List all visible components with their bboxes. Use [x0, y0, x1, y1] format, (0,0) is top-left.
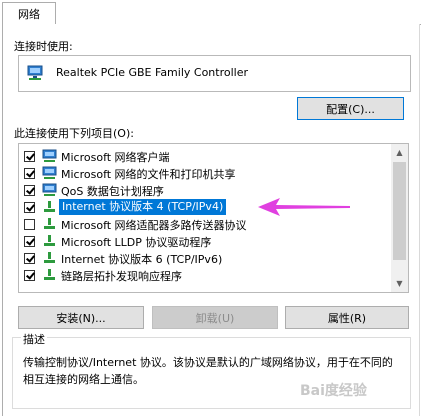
tab-network[interactable]: 网络 [2, 2, 56, 25]
item-checkbox[interactable] [24, 168, 35, 179]
item-label: 链路层拓扑发现响应程序 [61, 270, 182, 283]
network-adapter-icon [27, 65, 43, 80]
item-label: Microsoft 网络客户端 [61, 151, 170, 164]
item-checkbox[interactable] [24, 185, 35, 196]
properties-button[interactable]: 属性(R) [285, 306, 409, 329]
watermark: Bai度经验 [300, 383, 367, 399]
adapter-box: Realtek PCIe GBE Family Controller [18, 55, 411, 92]
client-icon [42, 149, 57, 162]
properties-button-label: 属性(R) [327, 311, 367, 325]
item-checkbox[interactable] [24, 236, 35, 247]
description-title: 描述 [21, 331, 47, 347]
item-label: Internet 协议版本 6 (TCP/IPv6) [61, 253, 223, 266]
list-item[interactable]: Microsoft 网络的文件和打印机共享 [19, 165, 389, 182]
item-checkbox[interactable] [24, 270, 35, 281]
configure-button-label: 配置(C)... [326, 102, 375, 116]
adapter-name: Realtek PCIe GBE Family Controller [56, 66, 249, 79]
items-label: 此连接使用下列项目(O): [14, 127, 134, 140]
configure-button[interactable]: 配置(C)... [297, 97, 404, 120]
items-list[interactable]: Microsoft 网络客户端 Microsoft 网络的文件和打印机共享 Qo… [18, 143, 409, 293]
connect-using-label: 连接时使用: [14, 40, 73, 53]
item-checkbox[interactable] [24, 219, 35, 230]
install-button-label: 安装(N)... [56, 311, 106, 325]
scroll-up-icon[interactable]: ▲ [391, 144, 408, 161]
list-item[interactable]: Microsoft 网络客户端 [19, 148, 389, 165]
protocol-icon [44, 218, 55, 229]
list-item[interactable]: Internet 协议版本 6 (TCP/IPv6) [19, 250, 389, 267]
client-icon [42, 183, 57, 196]
protocol-icon [44, 201, 55, 212]
scroll-thumb[interactable] [393, 162, 406, 260]
list-item[interactable]: Microsoft LLDP 协议驱动程序 [19, 233, 389, 250]
item-label: Microsoft 网络适配器多路传送器协议 [61, 219, 247, 232]
uninstall-button[interactable]: 卸载(U) [152, 306, 278, 329]
list-item[interactable]: Microsoft 网络适配器多路传送器协议 [19, 216, 389, 233]
scroll-down-icon[interactable]: ▼ [391, 275, 408, 292]
item-label: QoS 数据包计划程序 [61, 185, 164, 198]
item-checkbox[interactable] [24, 253, 35, 264]
uninstall-button-label: 卸载(U) [195, 311, 235, 325]
protocol-icon [44, 269, 55, 280]
annotation-arrow-icon [258, 198, 350, 216]
item-checkbox[interactable] [24, 202, 35, 213]
tab-network-label: 网络 [18, 8, 40, 21]
tab-strip: 网络 [0, 0, 421, 26]
list-scrollbar[interactable]: ▲ ▼ [391, 144, 408, 292]
item-label: Internet 协议版本 4 (TCP/IPv4) [59, 199, 227, 215]
item-label: Microsoft 网络的文件和打印机共享 [61, 168, 236, 181]
list-item[interactable]: 链路层拓扑发现响应程序 [19, 267, 389, 284]
protocol-icon [44, 235, 55, 246]
client-icon [42, 166, 57, 179]
install-button[interactable]: 安装(N)... [18, 306, 144, 329]
item-checkbox[interactable] [24, 151, 35, 162]
item-label: Microsoft LLDP 协议驱动程序 [61, 236, 212, 249]
protocol-icon [44, 252, 55, 263]
